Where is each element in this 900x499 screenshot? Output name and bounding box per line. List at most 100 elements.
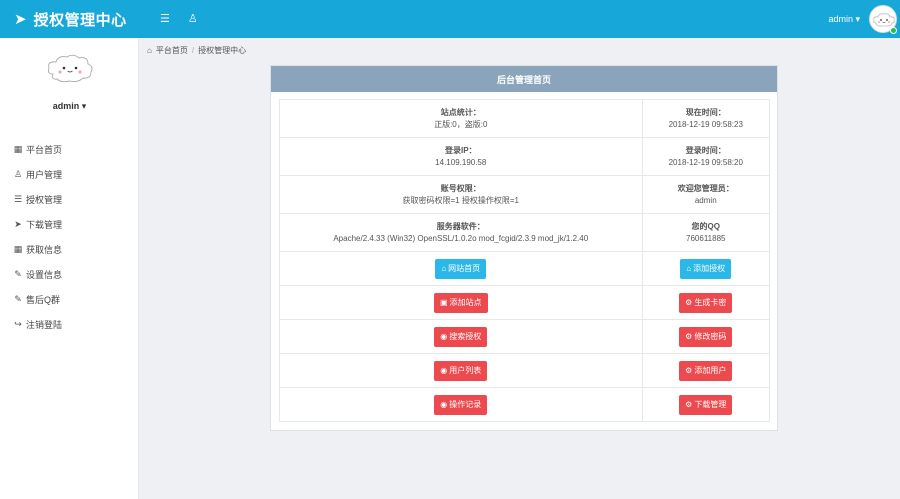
qq-cell: 您的QQ 760611885: [643, 214, 769, 251]
add-user-button[interactable]: ⚙ 添加用户: [679, 360, 733, 381]
button-row: ◉ 搜索授权 ⚙ 修改密码: [280, 320, 769, 354]
dashboard-panel: 后台管理首页 站点统计： 正版:0，盗版:0 现在时间： 2018-12-19 09…: [270, 65, 778, 431]
info-value: 获取密码权限=1 授权操作权限=1: [402, 195, 519, 205]
caret-down-icon: ▾: [855, 14, 860, 24]
info-value: Apache/2.4.33 (Win32) OpenSSL/1.0.2o mod…: [333, 233, 589, 243]
layers-icon: ☰: [13, 194, 23, 204]
change-password-button[interactable]: ⚙ 修改密码: [679, 326, 733, 347]
top-navbar: ➤ 授权管理中心 ☰ ♙ admin ▾: [0, 0, 900, 38]
sidebar-item-settings[interactable]: ✎ 设置信息: [12, 262, 62, 287]
info-value: admin: [694, 195, 717, 205]
info-grid: 站点统计： 正版:0，盗版:0 现在时间： 2018-12-19 09:58:23 …: [279, 99, 770, 422]
info-key: 账号权限：: [440, 183, 481, 193]
info-key: 服务器软件：: [436, 221, 485, 231]
caret-down-icon: ▾: [81, 101, 87, 111]
button-row: ⌂ 网站首页 ⌂ 添加授权: [280, 252, 769, 286]
sidebar-item-download-management[interactable]: ➤ 下载管理: [12, 212, 62, 237]
sidebar-item-license-management[interactable]: ☰ 授权管理: [12, 187, 62, 212]
sidebar-item-label: 获取信息: [26, 245, 63, 255]
generate-card-button[interactable]: ⚙ 生成卡密: [679, 292, 733, 313]
table-row: 站点统计： 正版:0，盗版:0 现在时间： 2018-12-19 09:58:23: [280, 100, 769, 138]
server-software-cell: 服务器软件： Apache/2.4.33 (Win32) OpenSSL/1.0.…: [280, 214, 643, 251]
sidebar-item-logout[interactable]: ↪ 注销登陆: [12, 312, 62, 337]
sidebar-item-get-info[interactable]: ▦ 获取信息: [12, 237, 62, 262]
edit-icon: ✎: [14, 294, 22, 304]
breadcrumb-current: 授权管理中心: [198, 46, 247, 55]
folder-icon: ▣: [439, 298, 448, 307]
sidebar-menu: ▦ 平台首页 ♙ 用户管理 ☰ 授权管理 ➤ 下载管理 ▦ 获取信息 ✎ 设置信息 ✎ 售后Q…: [12, 137, 62, 337]
table-row: 登录IP： 14.109.190.58 登录时间： 2018-12-19 09:58…: [280, 138, 769, 176]
globe-icon: ◉: [440, 366, 448, 375]
home-icon: ⌂: [147, 46, 152, 55]
welcome-admin-cell: 欢迎您管理员： admin: [643, 176, 769, 213]
home-icon: ⌂: [686, 264, 692, 273]
user-icon[interactable]: ♙: [188, 12, 198, 25]
sidebar-item-platform-home[interactable]: ▦ 平台首页: [12, 137, 62, 162]
info-value: 760611885: [686, 233, 726, 243]
button-row: ▣ 添加站点 ⚙ 生成卡密: [280, 286, 769, 320]
sidebar-item-label: 平台首页: [26, 145, 63, 155]
top-toolbar: ☰ ♙: [160, 12, 198, 25]
sidebar-username: admin: [52, 101, 80, 111]
rocket-icon: ➤: [14, 219, 22, 229]
info-value: 正版:0，盗版:0: [434, 119, 488, 129]
gear-icon: ⚙: [685, 298, 693, 307]
login-time-cell: 登录时间： 2018-12-19 09:58:20: [643, 138, 769, 175]
download-management-button[interactable]: ⚙ 下载管理: [679, 394, 733, 415]
sidebar-avatar: [45, 52, 95, 86]
edit-icon: ✎: [14, 269, 22, 279]
sidebar-item-user-management[interactable]: ♙ 用户管理: [12, 162, 62, 187]
site-stats-cell: 站点统计： 正版:0，盗版:0: [280, 100, 643, 137]
panel-title: 后台管理首页: [271, 66, 777, 92]
gear-icon: ⚙: [685, 400, 693, 409]
info-key: 站点统计：: [440, 107, 481, 117]
table-row: 账号权限： 获取密码权限=1 授权操作权限=1 欢迎您管理员： admin: [280, 176, 769, 214]
search-license-button[interactable]: ◉ 搜索授权: [434, 326, 488, 347]
info-key: 欢迎您管理员：: [677, 183, 734, 193]
breadcrumb-separator: /: [191, 46, 195, 55]
button-row: ◉ 用户列表 ⚙ 添加用户: [280, 354, 769, 388]
add-license-button[interactable]: ⌂ 添加授权: [680, 258, 732, 279]
breadcrumb: ⌂ 平台首页 / 授权管理中心: [147, 45, 246, 56]
info-key: 登录时间：: [685, 145, 726, 155]
globe-icon: ◉: [440, 400, 448, 409]
sidebar-item-label: 注销登陆: [26, 320, 63, 330]
info-key: 现在时间：: [685, 107, 726, 117]
username-label: admin: [828, 14, 853, 24]
home-icon: ⌂: [441, 264, 447, 273]
sidebar-item-label: 售后Q群: [26, 295, 61, 305]
website-home-button[interactable]: ⌂ 网站首页: [435, 258, 487, 279]
table-row: 服务器软件： Apache/2.4.33 (Win32) OpenSSL/1.0.…: [280, 214, 769, 252]
brand[interactable]: ➤ 授权管理中心: [0, 0, 139, 38]
user-icon: ♙: [13, 169, 23, 179]
sidebar-item-label: 下载管理: [26, 220, 63, 230]
user-list-button[interactable]: ◉ 用户列表: [434, 360, 488, 381]
sidebar: admin ▾ ▦ 平台首页 ♙ 用户管理 ☰ 授权管理 ➤ 下载管理 ▦ 获取信息 ✎ 设…: [0, 38, 139, 499]
add-site-button[interactable]: ▣ 添加站点: [433, 292, 488, 313]
account-permission-cell: 账号权限： 获取密码权限=1 授权操作权限=1: [280, 176, 643, 213]
grid-icon: ▦: [13, 144, 23, 154]
gear-icon: ⚙: [685, 332, 693, 341]
info-value: 14.109.190.58: [435, 157, 487, 167]
current-time-cell: 现在时间： 2018-12-19 09:58:23: [643, 100, 769, 137]
sidebar-user-dropdown[interactable]: admin ▾: [0, 101, 139, 112]
grid-icon: ▦: [13, 244, 23, 254]
button-row: ◉ 操作记录 ⚙ 下载管理: [280, 388, 769, 421]
globe-icon: ◉: [440, 332, 448, 341]
logout-icon: ↪: [14, 319, 22, 329]
app-title: 授权管理中心: [33, 11, 127, 29]
sidebar-item-label: 授权管理: [26, 195, 63, 205]
gear-icon: ⚙: [685, 366, 693, 375]
menu-toggle-icon[interactable]: ☰: [160, 12, 170, 25]
online-status-dot: [890, 27, 897, 34]
user-dropdown[interactable]: admin ▾: [828, 14, 860, 25]
info-key: 登录IP：: [444, 145, 477, 155]
info-value: 2018-12-19 09:58:20: [668, 157, 743, 167]
login-ip-cell: 登录IP： 14.109.190.58: [280, 138, 643, 175]
sidebar-item-label: 用户管理: [26, 170, 63, 180]
info-value: 2018-12-19 09:58:23: [668, 119, 743, 129]
operation-log-button[interactable]: ◉ 操作记录: [434, 394, 488, 415]
sidebar-item-support-group[interactable]: ✎ 售后Q群: [12, 287, 62, 312]
breadcrumb-home-link[interactable]: 平台首页: [156, 45, 188, 56]
info-key: 您的QQ: [691, 221, 720, 231]
